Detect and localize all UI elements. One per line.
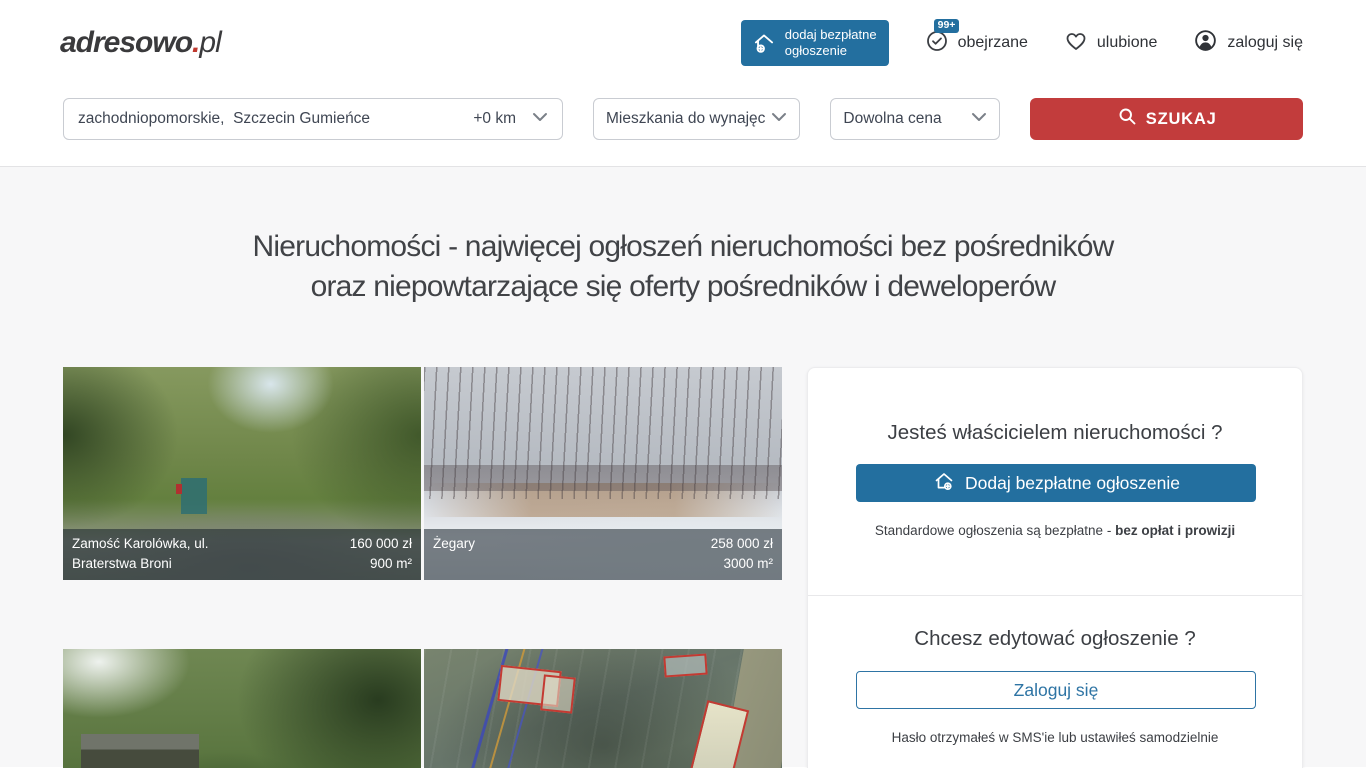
favorites-link[interactable]: ulubione <box>1064 29 1158 58</box>
add-listing-label: dodaj bezpłatne ogłoszenie <box>785 27 877 59</box>
price-select[interactable]: Dowolna cena <box>830 98 1000 140</box>
owner-card: Jesteś właścicielem nieruchomości ? Doda… <box>807 367 1303 768</box>
add-listing-button[interactable]: dodaj bezpłatne ogłoszenie <box>741 20 889 66</box>
location-value: zachodniopomorskie, Szczecin Gumieńce <box>78 110 465 128</box>
login-link[interactable]: zaloguj się <box>1193 28 1303 58</box>
listing-price: 258 000 zł <box>711 534 773 554</box>
search-icon <box>1117 106 1138 132</box>
viewed-label: obejrzane <box>958 34 1028 52</box>
listing-card[interactable]: Żegary 258 000 zł 3000 m² <box>424 367 782 580</box>
search-bar: zachodniopomorskie, Szczecin Gumieńce +0… <box>0 86 1366 167</box>
free-listing-note: Standardowe ogłoszenia są bezpłatne - be… <box>808 521 1302 541</box>
listing-photo <box>424 649 782 768</box>
house-plus-icon <box>932 469 956 498</box>
listing-caption: Żegary 258 000 zł 3000 m² <box>424 529 782 580</box>
listing-card[interactable]: Korenowo Pieszycke, ul. 240 000 zł <box>63 649 421 768</box>
chevron-down-icon <box>771 110 787 128</box>
category-select[interactable]: Mieszkania do wynajęc <box>593 98 800 140</box>
radius-value: +0 km <box>473 110 516 128</box>
search-button-label: SZUKAJ <box>1146 110 1217 129</box>
listing-photo <box>63 649 421 768</box>
login-note: Hasło otrzymałeś w SMS'ie lub ustawiłeś … <box>808 728 1302 748</box>
page-title: Nieruchomości - najwięcej ogłoszeń nieru… <box>0 167 1366 307</box>
login-label: zaloguj się <box>1227 34 1303 52</box>
main-content: Nieruchomości - najwięcej ogłoszeń nieru… <box>0 167 1366 767</box>
location-input[interactable]: zachodniopomorskie, Szczecin Gumieńce +0… <box>63 98 563 140</box>
logo-text: adresowo <box>60 26 192 59</box>
listing-price: 160 000 zł <box>350 534 412 554</box>
edit-card-title: Chcesz edytować ogłoszenie ? <box>808 596 1302 652</box>
listing-area: 900 m² <box>350 554 412 574</box>
logo[interactable]: adresowo.pl <box>60 26 221 60</box>
listing-card[interactable]: Rychliki 385 000 zł <box>424 649 782 768</box>
card-login-button[interactable]: Zaloguj się <box>856 671 1256 709</box>
photo-decor <box>181 478 207 514</box>
listing-name: Zamość Karolówka, ul. Braterstwa Broni <box>72 534 257 574</box>
card-login-label: Zaloguj się <box>1014 680 1099 701</box>
photo-decor <box>540 675 576 714</box>
photo-decor <box>176 484 182 494</box>
check-circle-icon <box>925 29 949 58</box>
logo-tld: pl <box>199 26 220 59</box>
listing-card[interactable]: Zamość Karolówka, ul. Braterstwa Broni 1… <box>63 367 421 580</box>
site-header: adresowo.pl dodaj bezpłatne ogłoszenie <box>0 0 1366 86</box>
listing-area: 3000 m² <box>711 554 773 574</box>
house-plus-icon <box>751 30 777 56</box>
favorites-label: ulubione <box>1097 34 1158 52</box>
viewed-count-badge: 99+ <box>934 19 960 33</box>
user-circle-icon <box>1193 28 1218 58</box>
heart-icon <box>1064 29 1088 58</box>
chevron-down-icon <box>971 110 987 128</box>
search-button[interactable]: SZUKAJ <box>1030 98 1303 140</box>
price-value: Dowolna cena <box>843 110 965 128</box>
listing-name: Żegary <box>433 534 618 574</box>
category-value: Mieszkania do wynajęc <box>606 110 765 128</box>
add-free-listing-button[interactable]: Dodaj bezpłatne ogłoszenie <box>856 464 1256 502</box>
listings-grid: Zamość Karolówka, ul. Braterstwa Broni 1… <box>63 367 782 768</box>
viewed-link[interactable]: 99+ obejrzane <box>925 29 1028 58</box>
header-actions: dodaj bezpłatne ogłoszenie 99+ obejrzane <box>741 20 1303 66</box>
listing-caption: Zamość Karolówka, ul. Braterstwa Broni 1… <box>63 529 421 580</box>
photo-decor <box>663 653 707 677</box>
chevron-down-icon <box>532 110 548 128</box>
photo-decor <box>81 734 199 768</box>
add-free-listing-label: Dodaj bezpłatne ogłoszenie <box>965 473 1180 494</box>
owner-card-title: Jesteś właścicielem nieruchomości ? <box>808 368 1302 446</box>
